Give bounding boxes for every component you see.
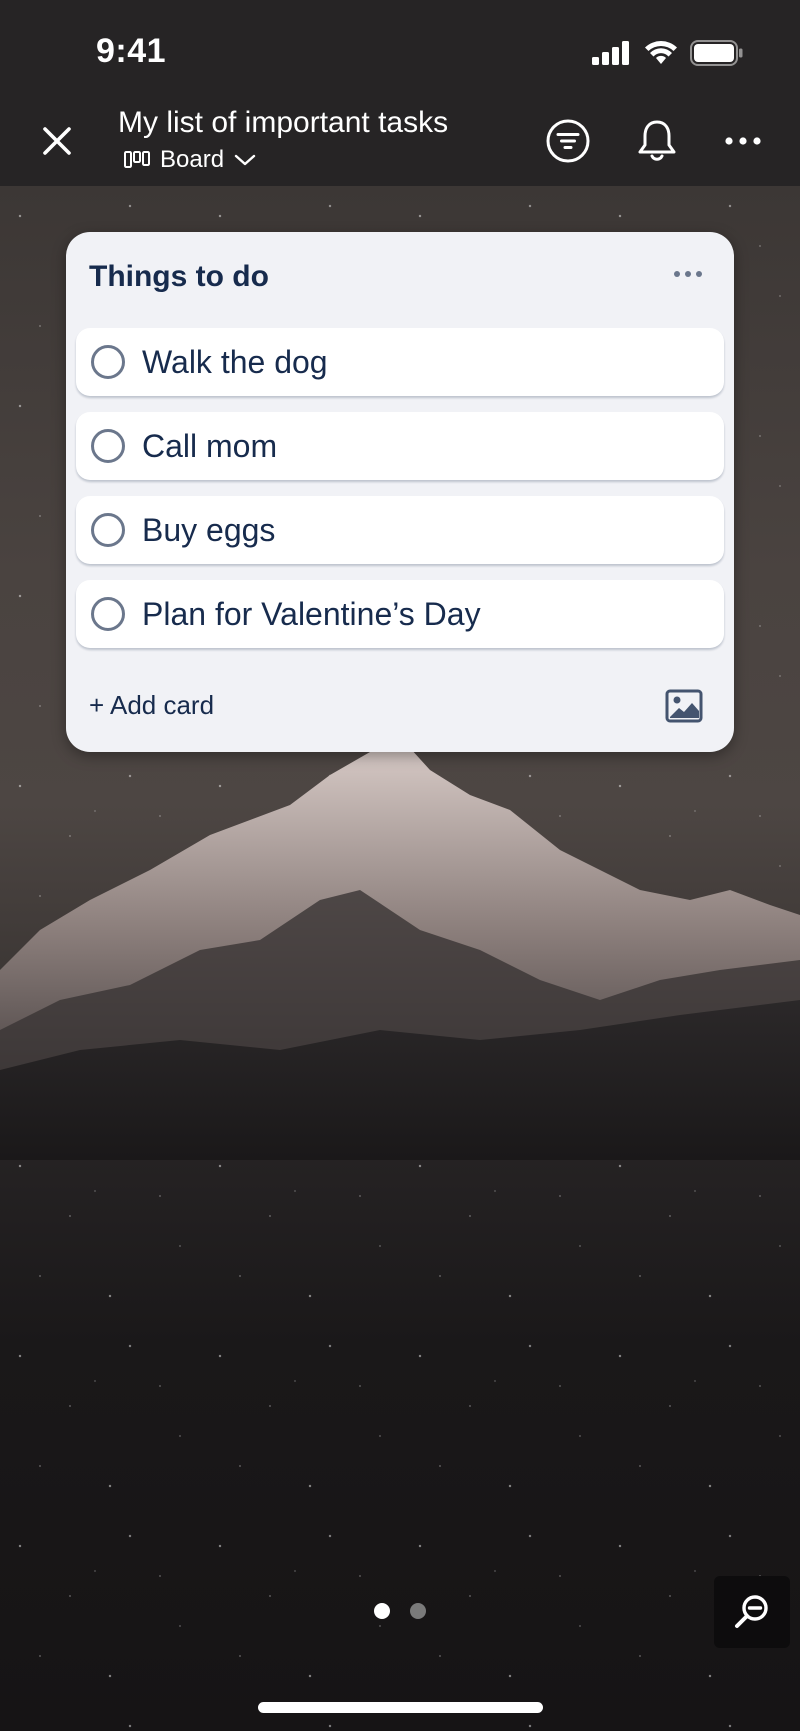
card-title: Plan for Valentine’s Day <box>142 595 481 632</box>
more-icon-dot <box>696 271 702 277</box>
zoom-out-button[interactable] <box>714 1576 790 1648</box>
card-checkbox[interactable] <box>91 345 125 379</box>
list-things-to-do: Things to do Walk the dog Call mom Buy e… <box>66 232 734 752</box>
close-button[interactable] <box>36 120 78 162</box>
card-title: Buy eggs <box>142 511 276 548</box>
close-icon <box>43 127 71 155</box>
cellular-signal-icon <box>592 41 629 65</box>
status-icons <box>592 40 744 66</box>
card-plan-for-valentines-day[interactable]: Plan for Valentine’s Day <box>76 580 724 648</box>
view-label: Board <box>160 146 225 173</box>
card-title: Call mom <box>142 427 278 464</box>
view-switcher[interactable]: Board <box>124 146 256 174</box>
more-icon-dot <box>674 271 680 277</box>
board-screen: 9:41 My list of important tasks Board Th… <box>0 0 800 1731</box>
more-icon <box>725 137 761 145</box>
battery-icon <box>690 40 743 66</box>
list-title[interactable]: Things to do <box>89 260 269 294</box>
card-checkbox[interactable] <box>91 513 125 547</box>
mountain-background <box>0 740 800 1160</box>
filter-icon <box>546 119 590 163</box>
home-indicator[interactable] <box>258 1702 543 1713</box>
chevron-down-icon <box>234 154 256 166</box>
page-dot-1[interactable] <box>374 1603 390 1619</box>
board-title: My list of important tasks <box>118 106 449 139</box>
board-view-icon <box>124 151 150 168</box>
wifi-icon <box>645 41 677 64</box>
zoom-out-icon <box>735 1595 768 1628</box>
card-call-mom[interactable]: Call mom <box>76 412 724 480</box>
page-dot-2[interactable] <box>410 1603 426 1619</box>
add-card-button[interactable]: + Add card <box>89 690 214 721</box>
card-walk-the-dog[interactable]: Walk the dog <box>76 328 724 396</box>
filter-button[interactable] <box>543 116 593 166</box>
board-header: My list of important tasks Board <box>0 100 800 186</box>
card-buy-eggs[interactable]: Buy eggs <box>76 496 724 564</box>
card-checkbox[interactable] <box>91 597 125 631</box>
bell-icon <box>638 120 676 161</box>
list-more-button[interactable] <box>666 256 710 292</box>
notifications-button[interactable] <box>632 116 682 166</box>
status-bar: 9:41 <box>0 0 800 100</box>
card-checkbox[interactable] <box>91 429 125 463</box>
card-template-button[interactable] <box>664 688 704 724</box>
more-icon-dot <box>685 271 691 277</box>
card-title: Walk the dog <box>142 343 328 380</box>
more-options-button[interactable] <box>718 116 768 166</box>
page-indicator <box>374 1603 426 1619</box>
image-icon <box>665 689 703 723</box>
status-time: 9:41 <box>96 32 167 70</box>
